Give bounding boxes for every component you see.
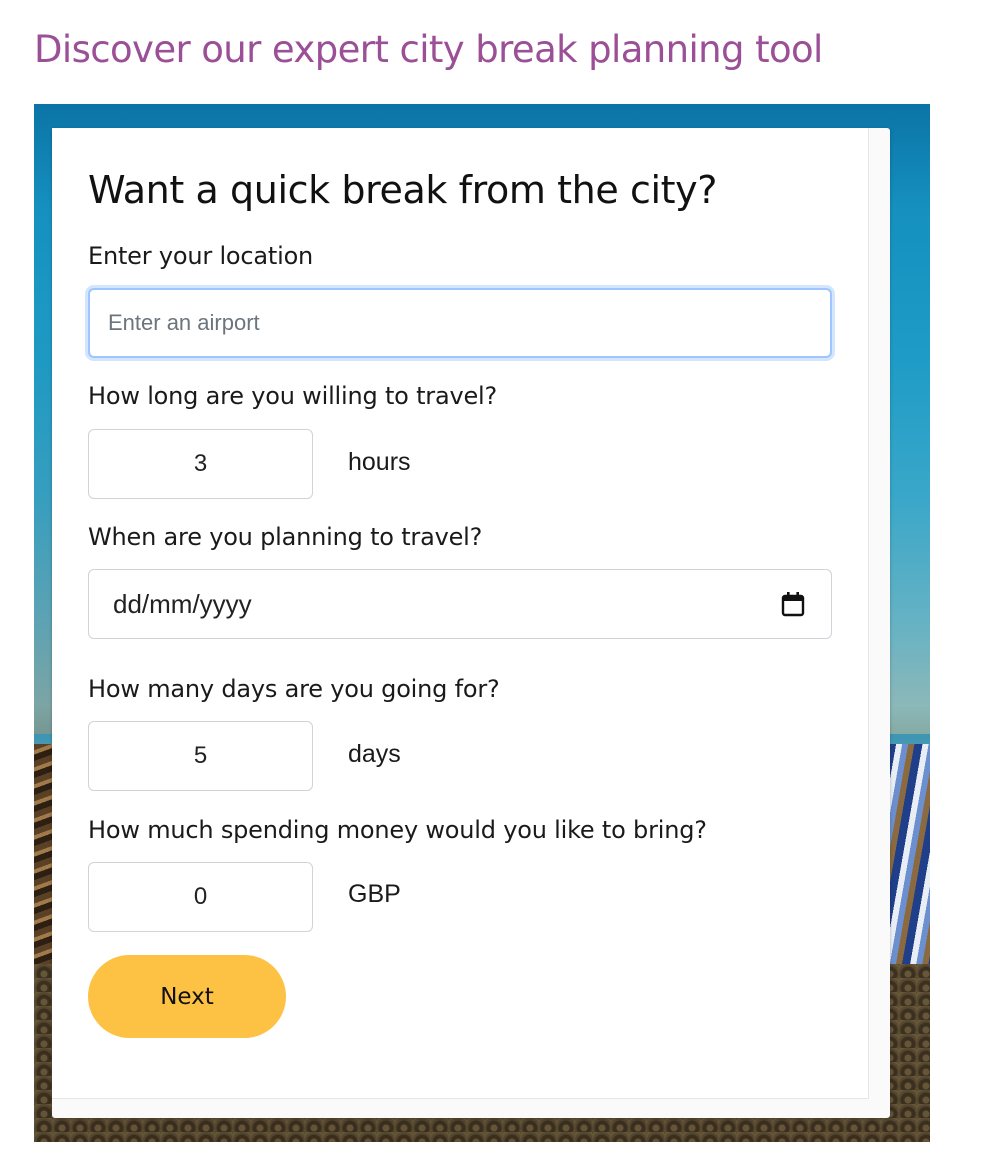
location-input[interactable] — [88, 288, 832, 358]
travel-date-label: When are you planning to travel? — [88, 523, 483, 551]
travel-time-label: How long are you willing to travel? — [88, 382, 498, 410]
spending-unit: GBP — [348, 880, 401, 908]
duration-label: How many days are you going for? — [88, 675, 500, 703]
travel-date-value: dd/mm/yyyy — [113, 588, 252, 619]
deckchair-right-image — [888, 744, 930, 964]
form-title: Want a quick break from the city? — [88, 168, 718, 212]
planner-form-card: Want a quick break from the city? Enter … — [52, 128, 890, 1118]
travel-date-input[interactable]: dd/mm/yyyy — [88, 569, 832, 639]
duration-unit: days — [348, 740, 401, 768]
spending-input[interactable] — [88, 862, 313, 932]
travel-time-unit: hours — [348, 448, 411, 476]
page-heading: Discover our expert city break planning … — [34, 28, 823, 71]
location-label: Enter your location — [88, 242, 314, 270]
next-button[interactable]: Next — [88, 955, 286, 1038]
calendar-icon[interactable] — [781, 591, 805, 617]
deckchair-left-image — [34, 744, 52, 964]
travel-time-input[interactable] — [88, 429, 313, 499]
duration-input[interactable] — [88, 721, 313, 791]
planner-form: Want a quick break from the city? Enter … — [52, 128, 869, 1099]
spending-label: How much spending money would you like t… — [88, 816, 707, 844]
